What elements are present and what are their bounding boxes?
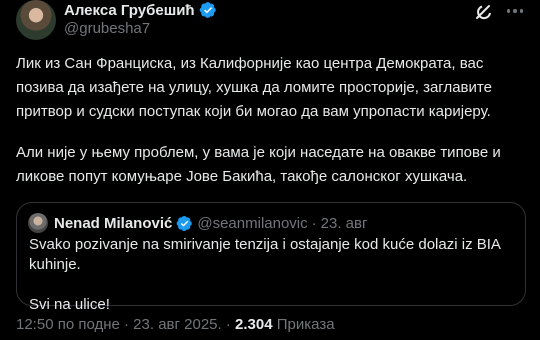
- tweet-header: Алекса Грубешић @grubesha7: [16, 0, 526, 44]
- grok-icon[interactable]: [474, 2, 494, 22]
- views-label: Приказа: [272, 316, 335, 333]
- verified-badge-icon: [176, 215, 193, 232]
- tweet-paragraph: Али није у њему проблем, у вама је који …: [16, 144, 501, 185]
- author-name-row: Алекса Грубешић: [64, 0, 217, 20]
- tweet-timestamp[interactable]: 12:50 по подне · 23. авг 2025. ·: [16, 316, 235, 333]
- quoted-separator: ·: [311, 214, 317, 232]
- tweet-meta: 12:50 по подне · 23. авг 2025. · 2.304 П…: [16, 316, 335, 333]
- author-handle[interactable]: @grubesha7: [64, 20, 150, 37]
- quoted-author-handle: @seanmilanovic: [197, 214, 308, 232]
- author-avatar[interactable]: [16, 0, 56, 40]
- quoted-author-avatar[interactable]: [28, 213, 48, 233]
- quoted-tweet[interactable]: Nenad Milanović @seanmilanovic · 23. авг…: [16, 202, 526, 313]
- quoted-date[interactable]: 23. авг: [321, 215, 368, 232]
- quoted-paragraph: Svako pozivanje na smirivanje tenzija i …: [29, 236, 501, 273]
- verified-badge-icon[interactable]: [199, 1, 217, 19]
- quoted-paragraph: Svi na ulice!: [29, 296, 110, 313]
- more-dots-icon[interactable]: [504, 0, 526, 22]
- quoted-author-name[interactable]: Nenad Milanović: [54, 215, 172, 232]
- tweet-paragraph: Лик из Сан Франциска, из Калифорније као…: [16, 55, 492, 120]
- tweet-body: Лик из Сан Франциска, из Калифорније као…: [16, 52, 526, 206]
- views-count: 2.304: [235, 316, 273, 333]
- quoted-tweet-header: Nenad Milanović @seanmilanovic · 23. авг: [54, 213, 367, 233]
- author-name[interactable]: Алекса Грубешић: [64, 2, 195, 19]
